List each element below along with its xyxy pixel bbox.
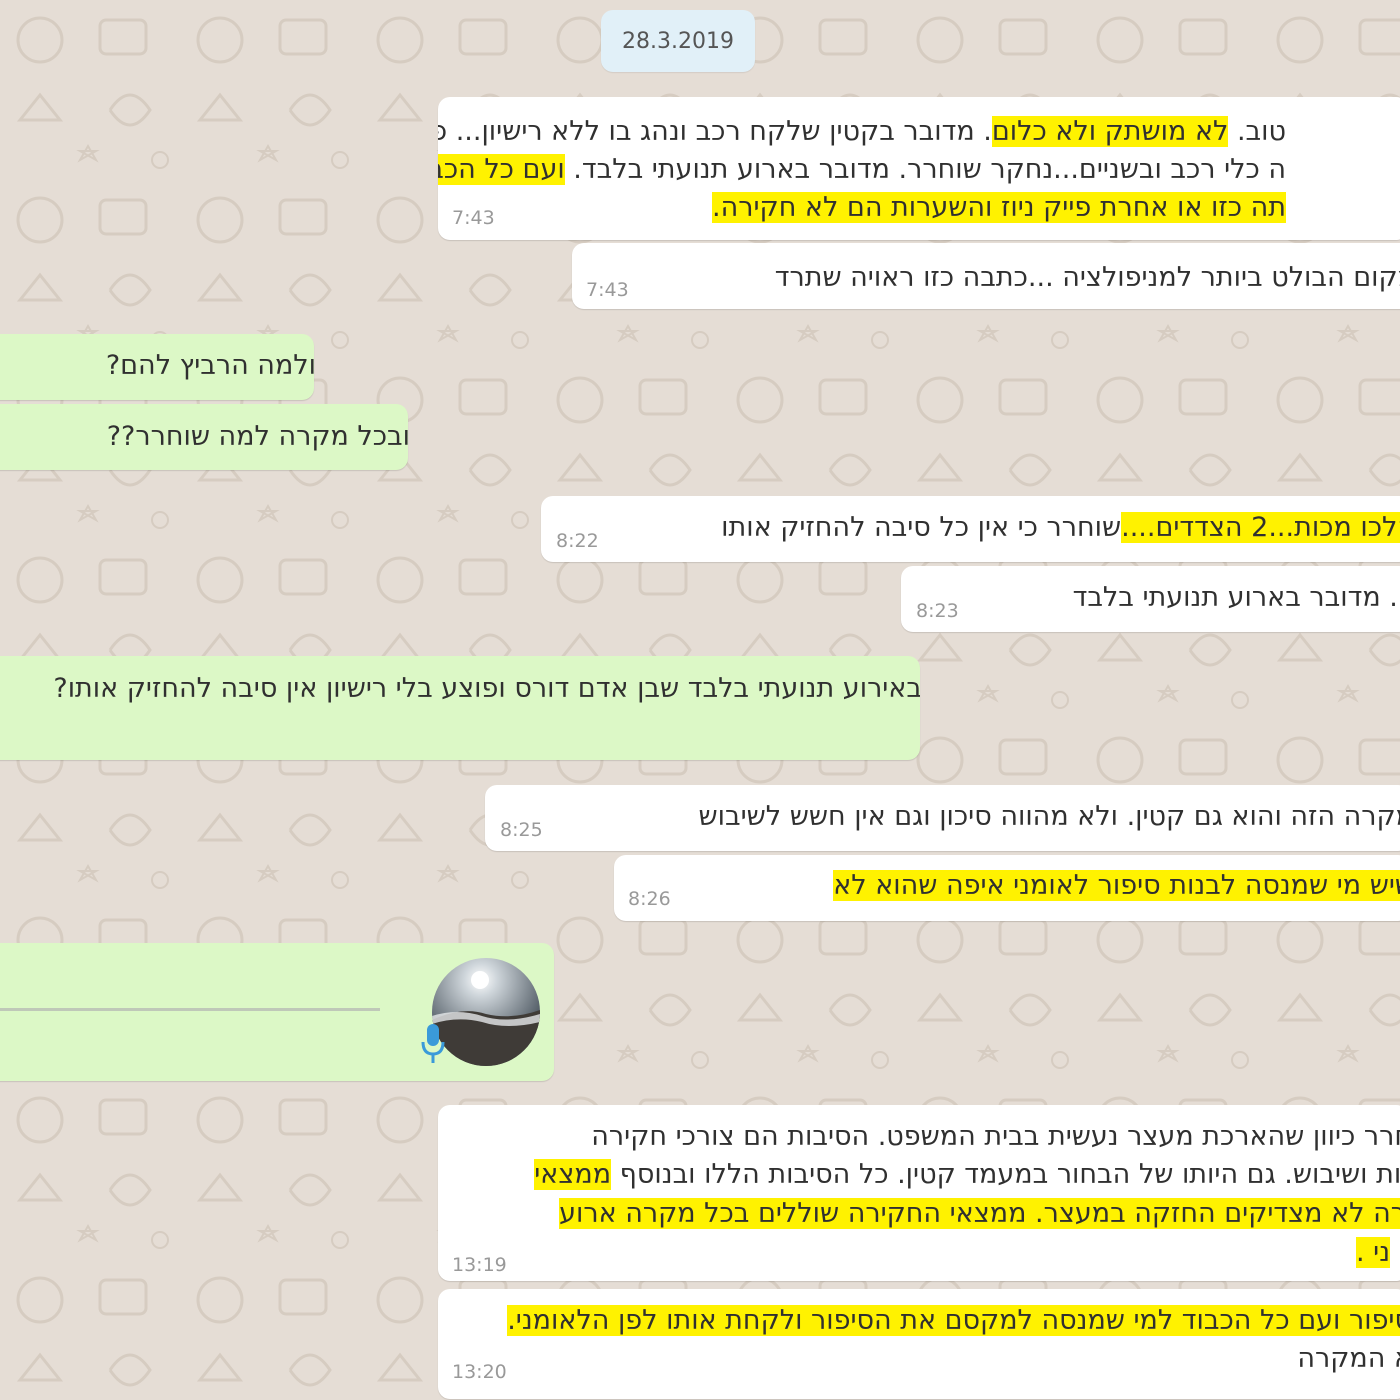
mic-icon xyxy=(420,1022,446,1066)
incoming-message[interactable]: טוב. לא מושתק ולא כלום. מדובר בקטין שלקח… xyxy=(438,97,1400,240)
message-timestamp: 13:20 xyxy=(452,1361,507,1383)
message-text-line: באירוע תנועתי בלבד שבן אדם דורס ופוצע בל… xyxy=(53,671,920,707)
highlighted-text: הלכו מכות...2 הצדדים.... xyxy=(1121,512,1400,543)
message-text-line: ה כלי רכב ובשניים...נחקר שוחרר. מדובר בא… xyxy=(438,152,1286,188)
incoming-message[interactable]: חרר כיוון שהארכת מעצר נעשית בבית המשפט. … xyxy=(438,1105,1400,1281)
message-timestamp: 7:43 xyxy=(586,279,629,301)
message-text-line: הלכו מכות...2 הצדדים....שוחרר כי אין כל … xyxy=(721,510,1400,546)
highlighted-text: ני . xyxy=(1355,1237,1390,1268)
message-text-line: מקרה הזה והוא גם קטין. ולא מהווה סיכון ו… xyxy=(699,799,1400,835)
message-text: נות ושיבוש. גם היותו של הבחור במעמד קטין… xyxy=(611,1159,1400,1190)
message-text-line: מקום הבולט ביותר למניפולציה ...כתבה כזו … xyxy=(775,260,1400,296)
incoming-message[interactable]: שיש מי שמנסה לבנות סיפור לאומני איפה שהו… xyxy=(614,855,1400,921)
incoming-message[interactable]: הלכו מכות...2 הצדדים....שוחרר כי אין כל … xyxy=(541,496,1400,562)
message-text: טוב. xyxy=(1228,116,1286,147)
message-text-line: ובכל מקרה למה שוחרר?? xyxy=(107,419,408,455)
message-text: ובכל מקרה למה שוחרר?? xyxy=(106,421,408,452)
highlighted-text: שיש מי שמנסה לבנות סיפור לאומני איפה שהו… xyxy=(833,870,1400,901)
message-text: . מדובר בקטין שלקח רכב ונהג בו ללא רישיו… xyxy=(438,116,992,147)
outgoing-message[interactable]: ולמה הרביץ להם? xyxy=(0,334,314,400)
message-text: באירוע תנועתי בלבד שבן אדם דורס ופוצע בל… xyxy=(53,673,920,704)
highlighted-text: ממצאי xyxy=(534,1159,612,1190)
outgoing-message[interactable]: באירוע תנועתי בלבד שבן אדם דורס ופוצע בל… xyxy=(0,656,920,760)
incoming-message[interactable]: מקום הבולט ביותר למניפולציה ...כתבה כזו … xyxy=(572,243,1400,309)
message-text: ... מדובר בארוע תנועתי בלבד xyxy=(1072,582,1400,613)
message-list[interactable]: 28.3.2019 טוב. לא מושתק ולא כלום. מדובר … xyxy=(0,0,1400,1400)
message-text: שוחרר כי אין כל סיבה להחזיק אותו xyxy=(721,512,1122,543)
highlighted-text: תה כזו או אחרת פייק ניוז והשערות הם לא ח… xyxy=(712,192,1286,223)
date-chip: 28.3.2019 xyxy=(601,10,755,72)
message-text-line: חרר כיוון שהארכת מעצר נעשית בבית המשפט. … xyxy=(591,1119,1400,1155)
message-text: מקום הבולט ביותר למניפולציה ...כתבה כזו … xyxy=(774,262,1400,293)
message-text-line: ולמה הרביץ להם? xyxy=(106,348,314,384)
message-text-line: ... מדובר בארוע תנועתי בלבד xyxy=(1073,580,1400,616)
message-text: א המקרה xyxy=(1297,1343,1400,1374)
message-text-line: א המקרה xyxy=(1297,1341,1400,1377)
message-timestamp: 8:23 xyxy=(916,600,959,622)
message-text-line: תה כזו או אחרת פייק ניוז והשערות הם לא ח… xyxy=(712,190,1286,226)
highlighted-text: לא מושתק ולא כלום xyxy=(991,116,1229,147)
incoming-message[interactable]: מקרה הזה והוא גם קטין. ולא מהווה סיכון ו… xyxy=(485,785,1400,851)
message-text-line: ני . xyxy=(1355,1235,1390,1271)
message-text-line: ירה לא מצדיקים החזקה במעצר. ממצאי החקירה… xyxy=(559,1196,1400,1232)
highlighted-text: ועם כל הכבוד xyxy=(438,154,565,185)
highlighted-text: ירה לא מצדיקים החזקה במעצר. ממצאי החקירה… xyxy=(559,1198,1400,1229)
outgoing-message[interactable]: ובכל מקרה למה שוחרר?? xyxy=(0,404,408,470)
message-text: ה כלי רכב ובשניים...נחקר שוחרר. מדובר בא… xyxy=(564,154,1286,185)
incoming-message[interactable]: ... מדובר בארוע תנועתי בלבד 8:23 xyxy=(901,566,1400,632)
message-timestamp: 8:22 xyxy=(556,530,599,552)
message-text-line: נות ושיבוש. גם היותו של הבחור במעמד קטין… xyxy=(534,1157,1400,1193)
highlighted-text: סיפור ועם כל הכבוד למי שמנסה למקסם את הס… xyxy=(507,1305,1400,1336)
message-text-line: טוב. לא מושתק ולא כלום. מדובר בקטין שלקח… xyxy=(438,114,1286,150)
voice-waveform[interactable] xyxy=(0,1008,380,1011)
contact-avatar xyxy=(432,958,540,1066)
message-text: מקרה הזה והוא גם קטין. ולא מהווה סיכון ו… xyxy=(698,801,1400,832)
message-text-line: שיש מי שמנסה לבנות סיפור לאומני איפה שהו… xyxy=(833,868,1400,904)
avatar-image xyxy=(432,958,540,1066)
message-timestamp: 8:26 xyxy=(628,888,671,910)
message-timestamp: 7:43 xyxy=(452,207,495,229)
message-text: חרר כיוון שהארכת מעצר נעשית בבית המשפט. … xyxy=(591,1121,1400,1152)
message-timestamp: 8:25 xyxy=(500,819,543,841)
incoming-message[interactable]: סיפור ועם כל הכבוד למי שמנסה למקסם את הס… xyxy=(438,1289,1400,1399)
message-text-line: סיפור ועם כל הכבוד למי שמנסה למקסם את הס… xyxy=(507,1303,1400,1339)
message-timestamp: 13:19 xyxy=(452,1254,507,1276)
message-text: ולמה הרביץ להם? xyxy=(105,350,314,381)
